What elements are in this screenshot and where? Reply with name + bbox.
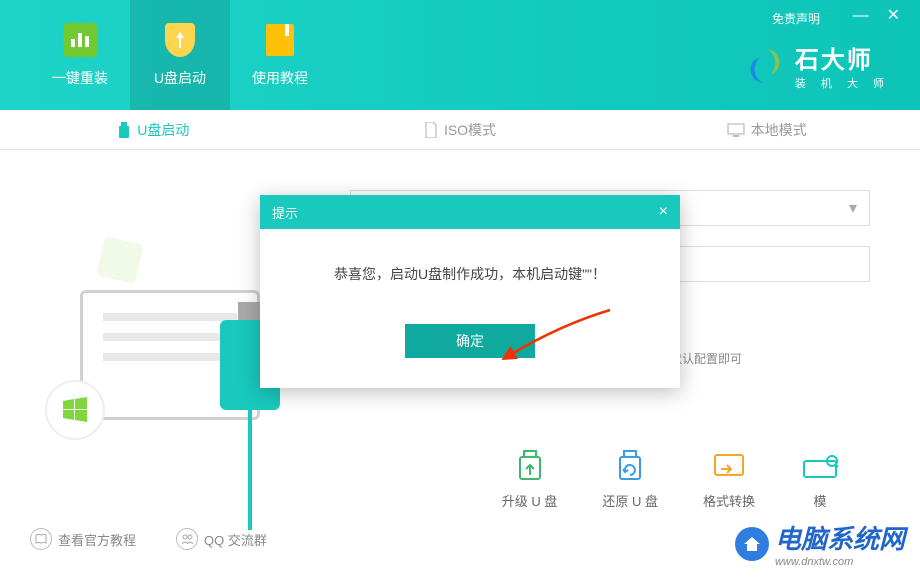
tool-label: 升级 U 盘 (502, 491, 558, 510)
subtab-local[interactable]: 本地模式 (613, 110, 920, 149)
dialog-ok-button[interactable]: 确定 (405, 324, 535, 358)
book-icon (266, 24, 294, 56)
usb-restore-icon (610, 449, 650, 483)
subtab-usb[interactable]: U盘启动 (0, 110, 307, 149)
tool-simulate[interactable]: 模 (800, 449, 840, 510)
logo-icon (745, 46, 785, 86)
file-icon (424, 122, 438, 138)
brand-logo: 石大师 装 机 大 师 (745, 40, 890, 91)
windows-icon (60, 395, 90, 425)
illustration (30, 200, 290, 480)
house-icon (735, 527, 769, 561)
tool-format[interactable]: 格式转换 (703, 449, 755, 510)
close-button[interactable]: ✕ (887, 8, 900, 24)
disclaimer-link[interactable]: 免责声明 (772, 10, 820, 27)
subtab-iso[interactable]: ISO模式 (307, 110, 614, 149)
link-label: QQ 交流群 (204, 530, 267, 549)
chevron-down-icon: ▾ (849, 198, 857, 218)
subtab-label: 本地模式 (751, 120, 807, 140)
dialog-success: 提示 × 恭喜您，启动U盘制作成功，本机启动键""！ 确定 (260, 195, 680, 388)
subtab-label: U盘启动 (137, 120, 189, 140)
brand-title: 石大师 (795, 40, 890, 75)
dialog-message: 恭喜您，启动U盘制作成功，本机启动键""！ (280, 264, 660, 284)
keyboard-icon (800, 449, 840, 483)
main-nav: 一键重装 U盘启动 使用教程 (0, 0, 330, 110)
tool-upgrade[interactable]: 升级 U 盘 (502, 449, 558, 510)
mode-tabs: U盘启动 ISO模式 本地模式 (0, 110, 920, 150)
title-bar: 免责声明 — ✕ 一键重装 U盘启动 使用教程 石大师 装 机 大 师 (0, 0, 920, 110)
tab-label: 使用教程 (252, 68, 308, 88)
format-icon (709, 449, 749, 483)
book-open-icon (30, 528, 52, 550)
link-label: 查看官方教程 (58, 530, 136, 549)
tab-label: U盘启动 (154, 68, 206, 88)
watermark-text: 电脑系统网 (775, 519, 905, 556)
chart-icon (63, 23, 97, 57)
tab-usb-boot[interactable]: U盘启动 (130, 0, 230, 110)
brand-subtitle: 装 机 大 师 (795, 75, 890, 91)
window-controls: — ✕ (853, 8, 900, 24)
minimize-button[interactable]: — (853, 8, 869, 24)
dialog-close-button[interactable]: × (659, 203, 668, 221)
footer-links: 查看官方教程 QQ 交流群 (30, 528, 267, 550)
link-official-tutorial[interactable]: 查看官方教程 (30, 528, 136, 550)
dialog-header: 提示 × (260, 195, 680, 229)
dialog-title: 提示 (272, 203, 298, 222)
usb-icon (117, 122, 131, 138)
shield-icon (165, 23, 195, 57)
tool-label: 格式转换 (703, 491, 755, 510)
usb-up-icon (510, 449, 550, 483)
tab-reinstall[interactable]: 一键重装 (30, 0, 130, 110)
tool-bar: 升级 U 盘 还原 U 盘 格式转换 模 (0, 449, 920, 510)
tool-label: 模 (813, 491, 826, 510)
tool-label: 还原 U 盘 (602, 491, 658, 510)
tool-restore[interactable]: 还原 U 盘 (602, 449, 658, 510)
tab-tutorial[interactable]: 使用教程 (230, 0, 330, 110)
watermark-url: www.dnxtw.com (775, 556, 905, 568)
watermark: 电脑系统网 www.dnxtw.com (735, 519, 905, 568)
people-icon (176, 528, 198, 550)
link-qq-group[interactable]: QQ 交流群 (176, 528, 267, 550)
tab-label: 一键重装 (52, 68, 108, 88)
subtab-label: ISO模式 (444, 120, 496, 140)
monitor-icon (727, 123, 745, 137)
